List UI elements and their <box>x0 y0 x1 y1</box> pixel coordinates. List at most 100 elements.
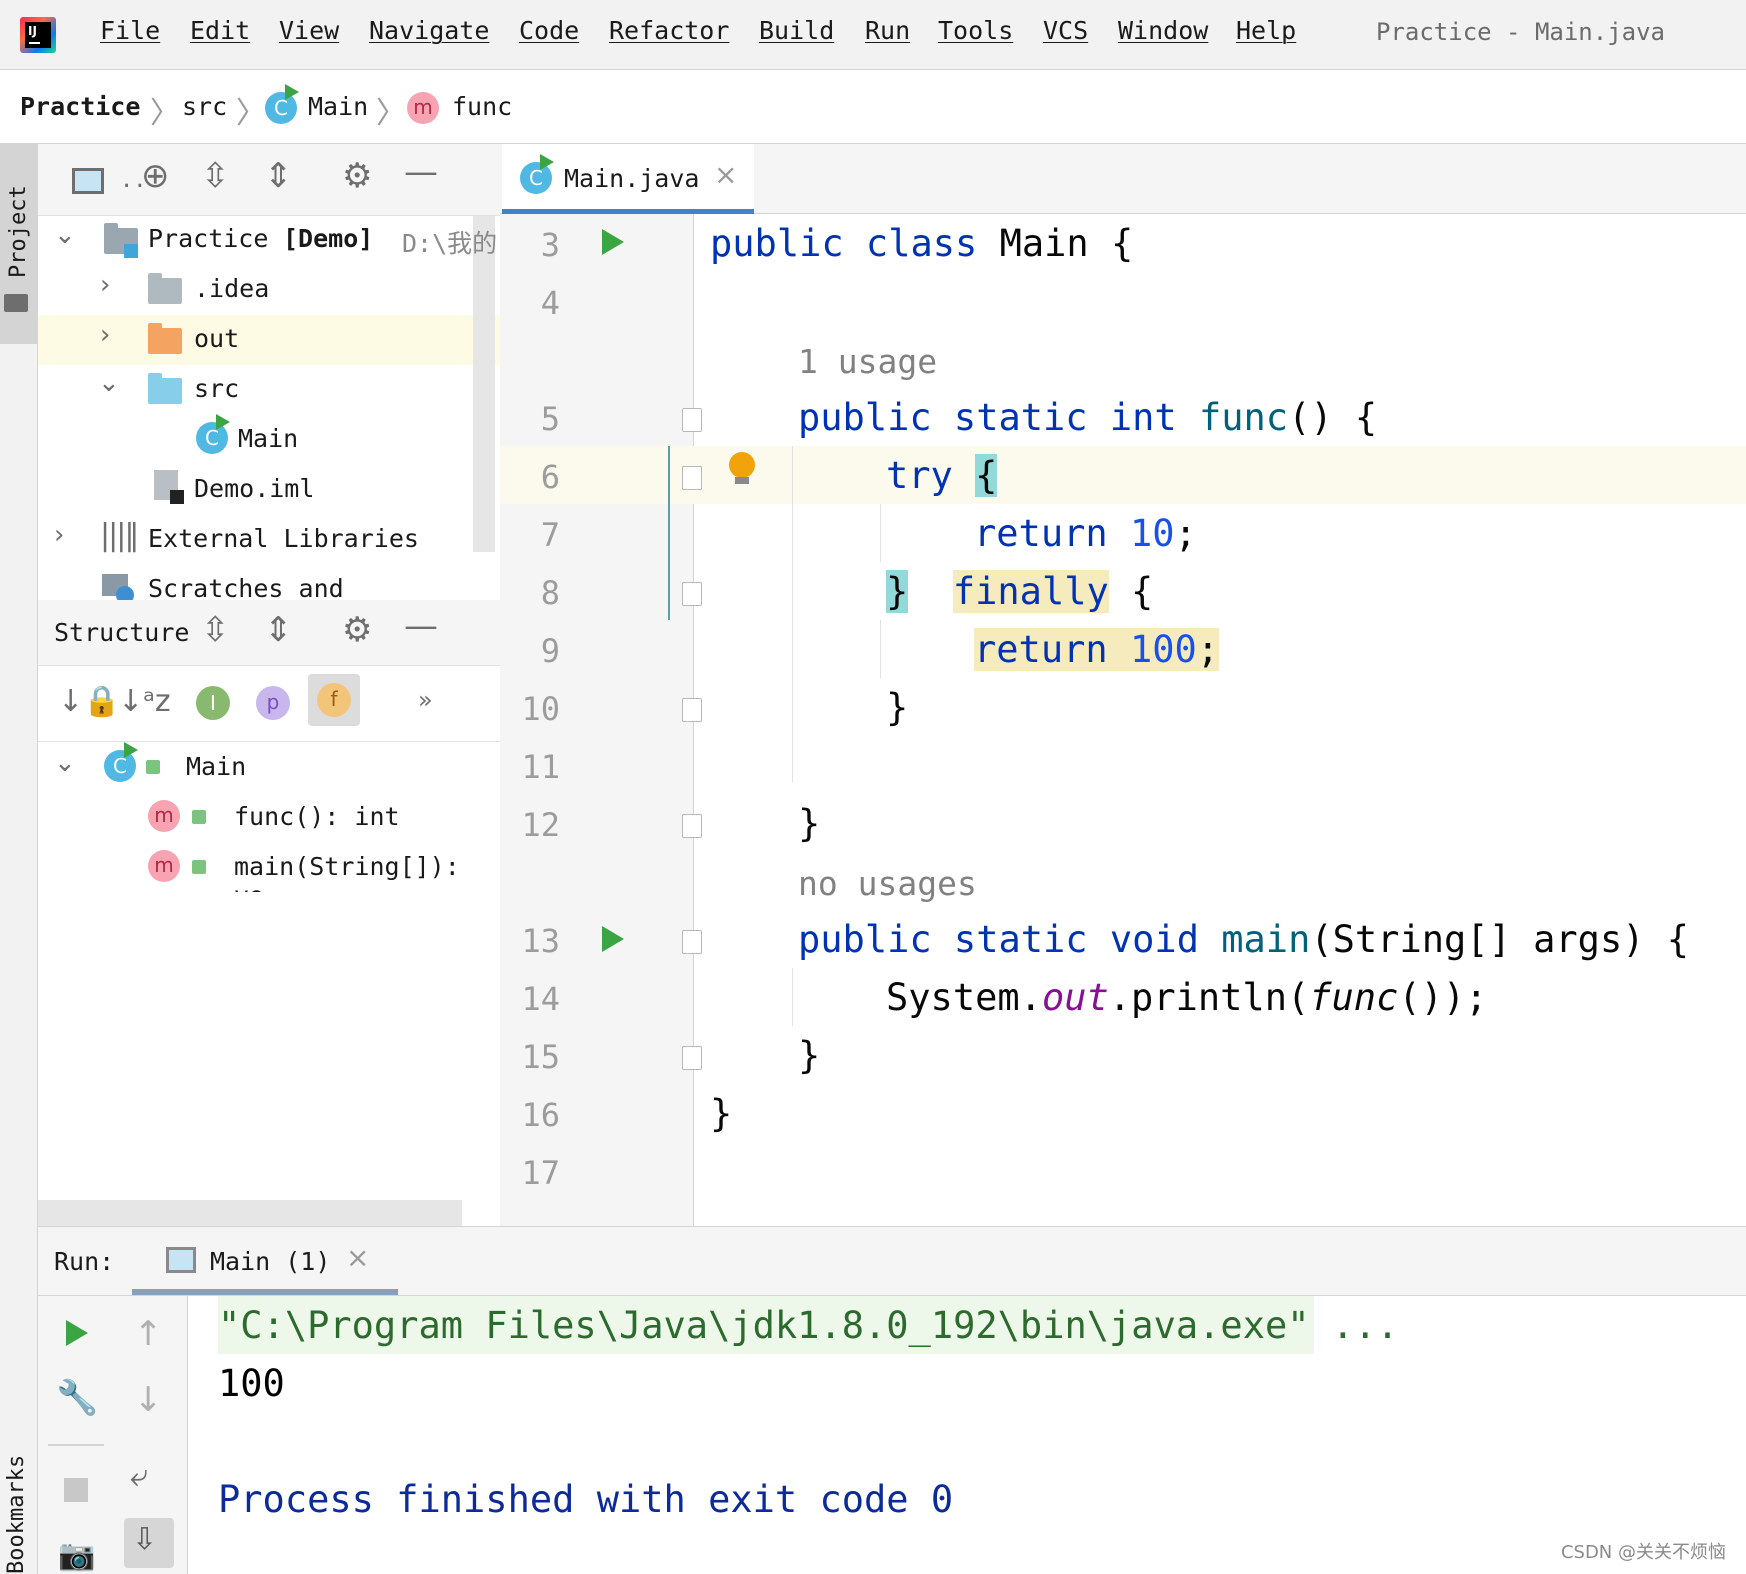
class-icon: C <box>265 84 299 124</box>
code-line-7: return 10; <box>974 512 1197 555</box>
tree-row-project-root[interactable]: ⌄ Practice [Demo] D:\我的 <box>38 214 500 264</box>
fold-marker-icon[interactable] <box>682 466 702 490</box>
chevron-down-icon[interactable]: ⌄ <box>54 220 76 250</box>
chevron-right-icon[interactable]: › <box>100 320 110 350</box>
bookmarks-tab-label[interactable]: Bookmarks <box>4 1455 29 1574</box>
line-number: 17 <box>521 1154 560 1192</box>
gear-icon[interactable]: ⚙ <box>342 156 372 196</box>
tree-row-idea[interactable]: › .idea <box>38 264 478 314</box>
menu-navigate[interactable]: Navigate <box>369 16 489 45</box>
menu-code[interactable]: Code <box>519 16 579 45</box>
module-badge-icon <box>124 244 138 258</box>
up-arrow-icon[interactable]: ↑ <box>134 1314 163 1354</box>
fold-marker-icon[interactable] <box>682 1046 702 1070</box>
run-console[interactable]: "C:\Program Files\Java\jdk1.8.0_192\bin\… <box>188 1296 1746 1574</box>
code-token: public static void <box>798 918 1222 961</box>
tree-row-main[interactable]: C Main <box>38 414 478 464</box>
menu-help[interactable]: Help <box>1236 16 1296 45</box>
expand-all-icon[interactable]: ⇳ <box>201 610 230 650</box>
menu-vcs[interactable]: VCS <box>1043 16 1088 45</box>
minimize-icon[interactable]: — <box>404 152 438 192</box>
libraries-icon: |||‖ <box>100 518 139 553</box>
code-token: public static int <box>798 396 1199 439</box>
tree-row-scratches[interactable]: Scratches and Consoles <box>38 564 478 600</box>
tree-row-out[interactable]: › out <box>38 314 478 364</box>
fold-marker-icon[interactable] <box>682 814 702 838</box>
code-token: ()); <box>1398 976 1488 1019</box>
breadcrumb-project[interactable]: Practice <box>20 92 140 121</box>
project-tool-tab[interactable]: Project <box>0 144 38 344</box>
lightbulb-icon[interactable] <box>729 452 755 478</box>
menu-tools[interactable]: Tools <box>938 16 1013 45</box>
collapse-all-icon[interactable]: ⇕ <box>264 156 293 196</box>
code-line-9: return 100; <box>974 628 1220 671</box>
structure-row-main[interactable]: ⌄ C Main <box>38 742 500 792</box>
run-main-icon[interactable] <box>602 926 624 952</box>
down-arrow-icon[interactable]: ↓ <box>134 1380 163 1420</box>
fold-marker-icon[interactable] <box>682 582 702 606</box>
structure-row-main-method[interactable]: m main(String[]): vo <box>38 842 500 892</box>
breadcrumb-class[interactable]: Main <box>308 92 368 121</box>
menu-run[interactable]: Run <box>865 16 910 45</box>
menu-window[interactable]: Window <box>1118 16 1208 45</box>
run-tab-underline <box>132 1289 398 1295</box>
editor-tab-main-java[interactable]: C Main.java × <box>502 144 754 214</box>
menu-refactor[interactable]: Refactor <box>609 16 729 45</box>
menu-file[interactable]: File <box>100 16 160 45</box>
public-lock-icon <box>192 810 206 824</box>
tree-row-iml[interactable]: Demo.iml <box>38 464 478 514</box>
camera-icon[interactable]: 📷 <box>58 1538 95 1573</box>
expand-all-icon[interactable]: ⇳ <box>201 156 230 196</box>
soft-wrap-icon[interactable]: ⤶ <box>130 1456 148 1495</box>
run-tab-label[interactable]: Main (1) <box>210 1247 330 1276</box>
structure-scrollbar[interactable] <box>38 1200 462 1226</box>
show-inherited-icon[interactable]: I <box>196 686 230 720</box>
fold-marker-icon[interactable] <box>682 698 702 722</box>
breadcrumb-src[interactable]: src <box>182 92 227 121</box>
stop-icon[interactable] <box>64 1478 88 1502</box>
minimize-icon[interactable]: — <box>404 606 438 646</box>
chevron-right-icon[interactable]: › <box>100 270 110 300</box>
sort-by-visibility-icon[interactable]: ↓🔒 <box>58 684 121 719</box>
wrench-icon[interactable]: 🔧 <box>56 1378 98 1418</box>
close-run-tab-icon[interactable]: × <box>346 1241 369 1274</box>
locate-crosshair-icon[interactable]: ⊕ <box>141 156 170 196</box>
menu-view[interactable]: View <box>279 16 339 45</box>
line-number: 10 <box>521 690 560 728</box>
excluded-folder-icon <box>148 323 182 354</box>
run-class-icon[interactable] <box>602 229 624 255</box>
close-tab-icon[interactable]: × <box>714 158 737 191</box>
chevron-down-icon[interactable]: ⌄ <box>98 368 120 398</box>
line-number: 3 <box>540 226 560 264</box>
tree-row-src[interactable]: ⌄ src <box>38 364 478 414</box>
structure-row-func[interactable]: m func(): int <box>38 792 500 842</box>
code-line-3: public class Main { <box>710 222 1133 265</box>
project-view-icon[interactable] <box>72 168 104 194</box>
show-properties-icon[interactable]: p <box>256 686 290 720</box>
menu-build[interactable]: Build <box>759 16 834 45</box>
fold-marker-icon[interactable] <box>682 930 702 954</box>
collapse-all-icon[interactable]: ⇕ <box>264 610 293 650</box>
console-tab-icon <box>166 1247 196 1273</box>
iml-badge-icon <box>170 490 184 504</box>
code-token: return <box>974 628 1130 671</box>
structure-title: Structure <box>54 618 190 647</box>
usage-hint[interactable]: 1 usage <box>798 342 937 381</box>
code-token: out <box>1041 976 1109 1019</box>
fold-marker-icon[interactable] <box>682 408 702 432</box>
overflow-chevron-icon[interactable]: » <box>418 686 433 714</box>
code-token: main <box>1221 918 1311 961</box>
intellij-logo-icon[interactable]: IJ <box>20 17 56 53</box>
chevron-down-icon[interactable]: ⌄ <box>54 748 76 778</box>
tree-row-external-libraries[interactable]: › |||‖ External Libraries <box>38 514 478 564</box>
usage-hint[interactable]: no usages <box>798 864 977 903</box>
structure-header: Structure ⇳ ⇕ ⚙ — <box>38 600 500 666</box>
show-fields-icon[interactable]: f <box>317 683 351 717</box>
breadcrumb-method[interactable]: func <box>452 92 512 121</box>
code-token: finally <box>952 570 1109 613</box>
gear-icon[interactable]: ⚙ <box>342 610 372 650</box>
sort-alphabetically-icon[interactable]: ↓ᵃz <box>118 684 171 719</box>
chevron-right-icon[interactable]: › <box>54 520 64 550</box>
rerun-icon[interactable] <box>66 1320 88 1346</box>
menu-edit[interactable]: Edit <box>190 16 250 45</box>
